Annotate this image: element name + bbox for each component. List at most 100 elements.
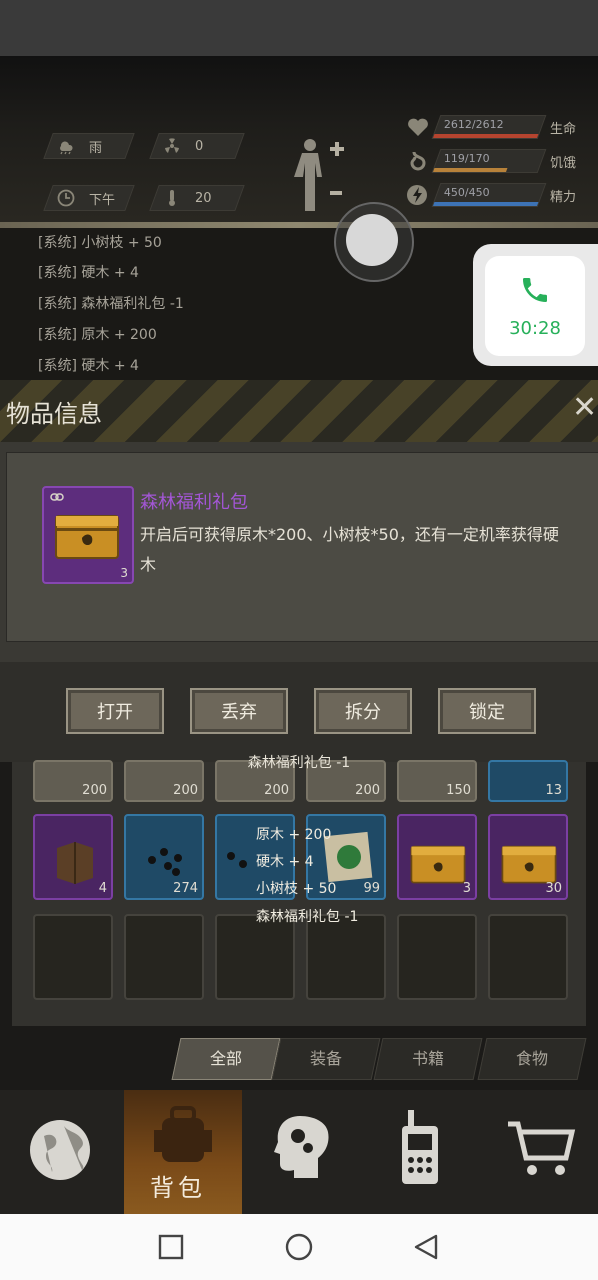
reward-float: 小树枝 + 50 xyxy=(256,881,337,897)
radiation-icon xyxy=(165,138,179,153)
link-icon xyxy=(50,493,64,501)
energy-row: 450/450 精力 xyxy=(406,183,577,207)
health-label: 生命 xyxy=(550,121,577,137)
nav-shop[interactable] xyxy=(480,1090,598,1214)
hunger-label: 饥饿 xyxy=(550,155,577,171)
nav-skills[interactable] xyxy=(240,1090,358,1214)
slot-qty: 200 xyxy=(355,783,380,798)
nav-map[interactable] xyxy=(0,1090,118,1214)
radiation-value: 0 xyxy=(195,138,204,154)
backpack-icon xyxy=(154,1106,212,1162)
dialog-title: 物品信息 xyxy=(6,400,102,428)
home-circle-icon[interactable] xyxy=(285,1233,313,1261)
tab-all[interactable]: 全部 xyxy=(171,1038,281,1080)
health-bar: 2612/2612 xyxy=(431,115,547,139)
tab-equipment[interactable]: 装备 xyxy=(271,1038,381,1080)
wood-block-icon xyxy=(57,842,93,884)
weather-value: 雨 xyxy=(89,140,103,156)
status-bar xyxy=(0,0,598,56)
inventory-slot-chest[interactable]: 30 xyxy=(488,814,568,900)
call-duration: 30:28 xyxy=(509,318,561,339)
shopping-cart-icon xyxy=(508,1121,576,1175)
log-line: [系统] 硬木 + 4 xyxy=(38,358,139,374)
temperature-value: 20 xyxy=(195,190,212,206)
call-bubble-inner[interactable] xyxy=(485,256,585,356)
time-pill: 下午 xyxy=(43,185,135,211)
inventory-slot-empty[interactable] xyxy=(215,914,295,1000)
hunger-row: 119/170 饥饿 xyxy=(406,149,577,173)
slot-qty: 200 xyxy=(173,783,198,798)
slot-qty: 30 xyxy=(545,881,562,896)
reward-float: 原木 + 200 xyxy=(256,827,332,843)
joystick-knob[interactable] xyxy=(346,214,398,266)
lightning-icon xyxy=(407,185,427,205)
tab-label: 食物 xyxy=(515,1049,548,1068)
head-gears-icon xyxy=(274,1116,329,1178)
inventory-slot-seeds[interactable]: 274 xyxy=(124,814,204,900)
chest-icon xyxy=(55,515,119,559)
energy-bar-fill xyxy=(432,202,539,206)
tab-label: 全部 xyxy=(209,1049,242,1068)
tab-label: 装备 xyxy=(309,1049,342,1068)
toast-message: 森林福利礼包 -1 xyxy=(247,755,351,771)
body-status-icon[interactable] xyxy=(290,135,350,215)
inventory-slot-hardwood[interactable]: 4 xyxy=(33,814,113,900)
energy-label: 精力 xyxy=(550,189,577,205)
slot-qty: 200 xyxy=(264,783,289,798)
rain-cloud-icon xyxy=(60,141,73,155)
stomach-icon xyxy=(410,151,426,171)
inventory-slot-empty[interactable] xyxy=(306,914,386,1000)
heart-icon xyxy=(408,118,428,136)
hunger-text: 119/170 xyxy=(443,152,490,165)
item-icon-slot: 3 xyxy=(42,486,134,584)
reward-float: 森林福利礼包 -1 xyxy=(256,909,359,925)
health-row: 2612/2612 生命 xyxy=(406,115,577,139)
discard-button[interactable]: 丢弃 xyxy=(190,688,288,734)
item-name: 森林福利礼包 xyxy=(140,492,248,513)
inventory-slot-empty[interactable] xyxy=(397,914,477,1000)
chest-icon xyxy=(501,845,557,884)
tab-books[interactable]: 书籍 xyxy=(373,1038,483,1080)
log-line: [系统] 硬木 + 4 xyxy=(38,265,139,281)
seeds-icon xyxy=(227,852,247,868)
nav-backpack-label: 背包 xyxy=(150,1174,206,1202)
chest-icon xyxy=(410,845,466,884)
slot-qty: 4 xyxy=(98,881,107,896)
health-text: 2612/2612 xyxy=(443,118,504,131)
inventory-slot-empty[interactable] xyxy=(33,914,113,1000)
radiation-pill: 0 xyxy=(149,133,245,159)
nav-radio[interactable] xyxy=(360,1090,478,1214)
hunger-bar-fill xyxy=(432,168,508,172)
slot-qty: 274 xyxy=(173,881,198,896)
lock-button[interactable]: 锁定 xyxy=(438,688,536,734)
globe-icon xyxy=(30,1120,90,1180)
close-icon[interactable]: ✕ xyxy=(572,390,597,425)
phone-icon[interactable] xyxy=(519,274,551,306)
log-line: [系统] 小树枝 + 50 xyxy=(38,235,162,251)
inventory-slot-chest[interactable]: 3 xyxy=(397,814,477,900)
open-button[interactable]: 打开 xyxy=(66,688,164,734)
recents-square-icon[interactable] xyxy=(158,1234,184,1260)
clock-icon xyxy=(57,189,75,207)
split-button[interactable]: 拆分 xyxy=(314,688,412,734)
slot-qty: 13 xyxy=(545,783,562,798)
item-description: 开启后可获得原木*200、小树枝*50，还有一定机率获得硬木 xyxy=(140,525,559,574)
walkie-talkie-icon xyxy=(402,1110,438,1184)
slot-qty: 99 xyxy=(363,881,380,896)
reward-float: 硬木 + 4 xyxy=(256,854,314,870)
back-triangle-icon[interactable] xyxy=(412,1233,440,1261)
inventory-slot-empty[interactable] xyxy=(124,914,204,1000)
hunger-bar: 119/170 xyxy=(431,149,547,173)
energy-bar: 450/450 xyxy=(431,183,547,207)
temperature-pill: 20 xyxy=(149,185,245,211)
inventory-slot-empty[interactable] xyxy=(488,914,568,1000)
slot-qty: 3 xyxy=(462,881,471,896)
item-count: 3 xyxy=(120,566,128,580)
tab-food[interactable]: 食物 xyxy=(477,1038,587,1080)
slot-qty: 150 xyxy=(446,783,471,798)
health-bar-fill xyxy=(432,134,539,138)
weather-pill: 雨 xyxy=(43,133,135,159)
thermometer-icon xyxy=(169,190,175,206)
time-of-day-value: 下午 xyxy=(89,192,116,208)
log-line: [系统] 原木 + 200 xyxy=(38,327,157,343)
